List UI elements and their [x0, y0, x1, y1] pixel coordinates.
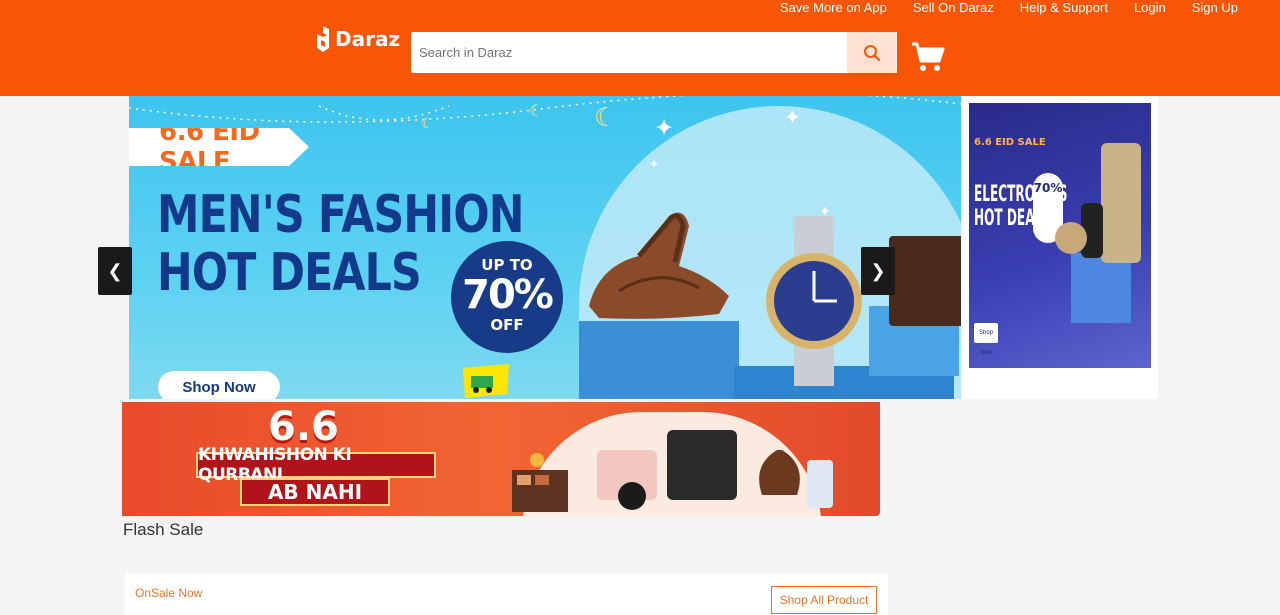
- flash-sale-title: Flash Sale: [123, 520, 204, 539]
- onsale-now-label: OnSale Now: [135, 586, 203, 600]
- sell-on-daraz-link[interactable]: Sell On Daraz: [913, 0, 994, 16]
- headline-line-1: MEN'S FASHION: [157, 185, 524, 245]
- site-header: Save More on App Sell On Daraz Help & Su…: [0, 0, 1280, 96]
- search-bar: [411, 32, 897, 73]
- electronics-side-banner[interactable]: 6.6 EID SALE ELECTRONICS HOT DEALS 70% S…: [969, 103, 1151, 368]
- search-button[interactable]: [847, 32, 897, 73]
- promo-products-icon: [512, 430, 833, 512]
- shop-now-button[interactable]: Shop Now: [158, 371, 280, 399]
- electronics-products-icon: [1055, 143, 1141, 323]
- login-link[interactable]: Login: [1134, 0, 1166, 16]
- side-banner-tag: 6.6 EID SALE: [974, 137, 1046, 148]
- svg-text:☾: ☾: [421, 116, 434, 132]
- promo-ribbon-line-2: AB NAHI: [240, 478, 390, 506]
- promo-strip-banner[interactable]: 6.6 KHWAHISHON KI QURBANI AB NAHI: [122, 402, 880, 516]
- svg-text:✦: ✦: [649, 157, 659, 171]
- svg-text:✦: ✦: [654, 114, 674, 142]
- svg-text:☾: ☾: [594, 103, 617, 133]
- cart-icon[interactable]: [911, 41, 945, 73]
- discount-off: OFF: [490, 316, 524, 334]
- save-more-on-app-link[interactable]: Save More on App: [780, 0, 887, 16]
- discount-percent: 70%: [462, 272, 554, 318]
- eid-sale-tag: 6.6 EID SALE: [129, 128, 309, 166]
- free-delivery-icon: [463, 364, 509, 398]
- banner-area: ☾ ☾ ☾ ✦ ✦ ✦ ✦ 6.6 EID SALE MEN'S FASHION…: [129, 96, 1158, 399]
- search-input[interactable]: [411, 32, 847, 73]
- promo-big-text: 6.6: [268, 404, 339, 450]
- shop-all-product-button[interactable]: Shop All Product: [771, 586, 877, 614]
- search-icon: [864, 44, 881, 61]
- logo-text: Daraz: [335, 27, 401, 51]
- flash-sale-panel: OnSale Now Shop All Product: [125, 573, 888, 615]
- svg-text:✦: ✦: [784, 105, 801, 129]
- sign-up-link[interactable]: Sign Up: [1192, 0, 1238, 16]
- sandal-product-icon: [589, 212, 729, 319]
- wallet-product: [889, 236, 961, 326]
- discount-badge: UP TO 70% OFF: [451, 241, 563, 353]
- top-nav: Save More on App Sell On Daraz Help & Su…: [754, 0, 1238, 16]
- podium-left: [579, 321, 739, 399]
- carousel-next-button[interactable]: ❯: [861, 247, 895, 295]
- promo-ribbon-line-1: KHWAHISHON KI QURBANI: [196, 445, 436, 485]
- daraz-logo-icon: [317, 26, 329, 52]
- carousel-prev-button[interactable]: ❮: [98, 247, 132, 295]
- daraz-logo[interactable]: Daraz: [315, 26, 400, 52]
- svg-text:☾: ☾: [529, 101, 543, 120]
- side-banner-shop-now-button[interactable]: Shop Now: [974, 323, 998, 356]
- watch-product-icon: [766, 216, 862, 386]
- help-support-link[interactable]: Help & Support: [1020, 0, 1108, 16]
- hero-banner[interactable]: ☾ ☾ ☾ ✦ ✦ ✦ ✦ 6.6 EID SALE MEN'S FASHION…: [129, 96, 961, 399]
